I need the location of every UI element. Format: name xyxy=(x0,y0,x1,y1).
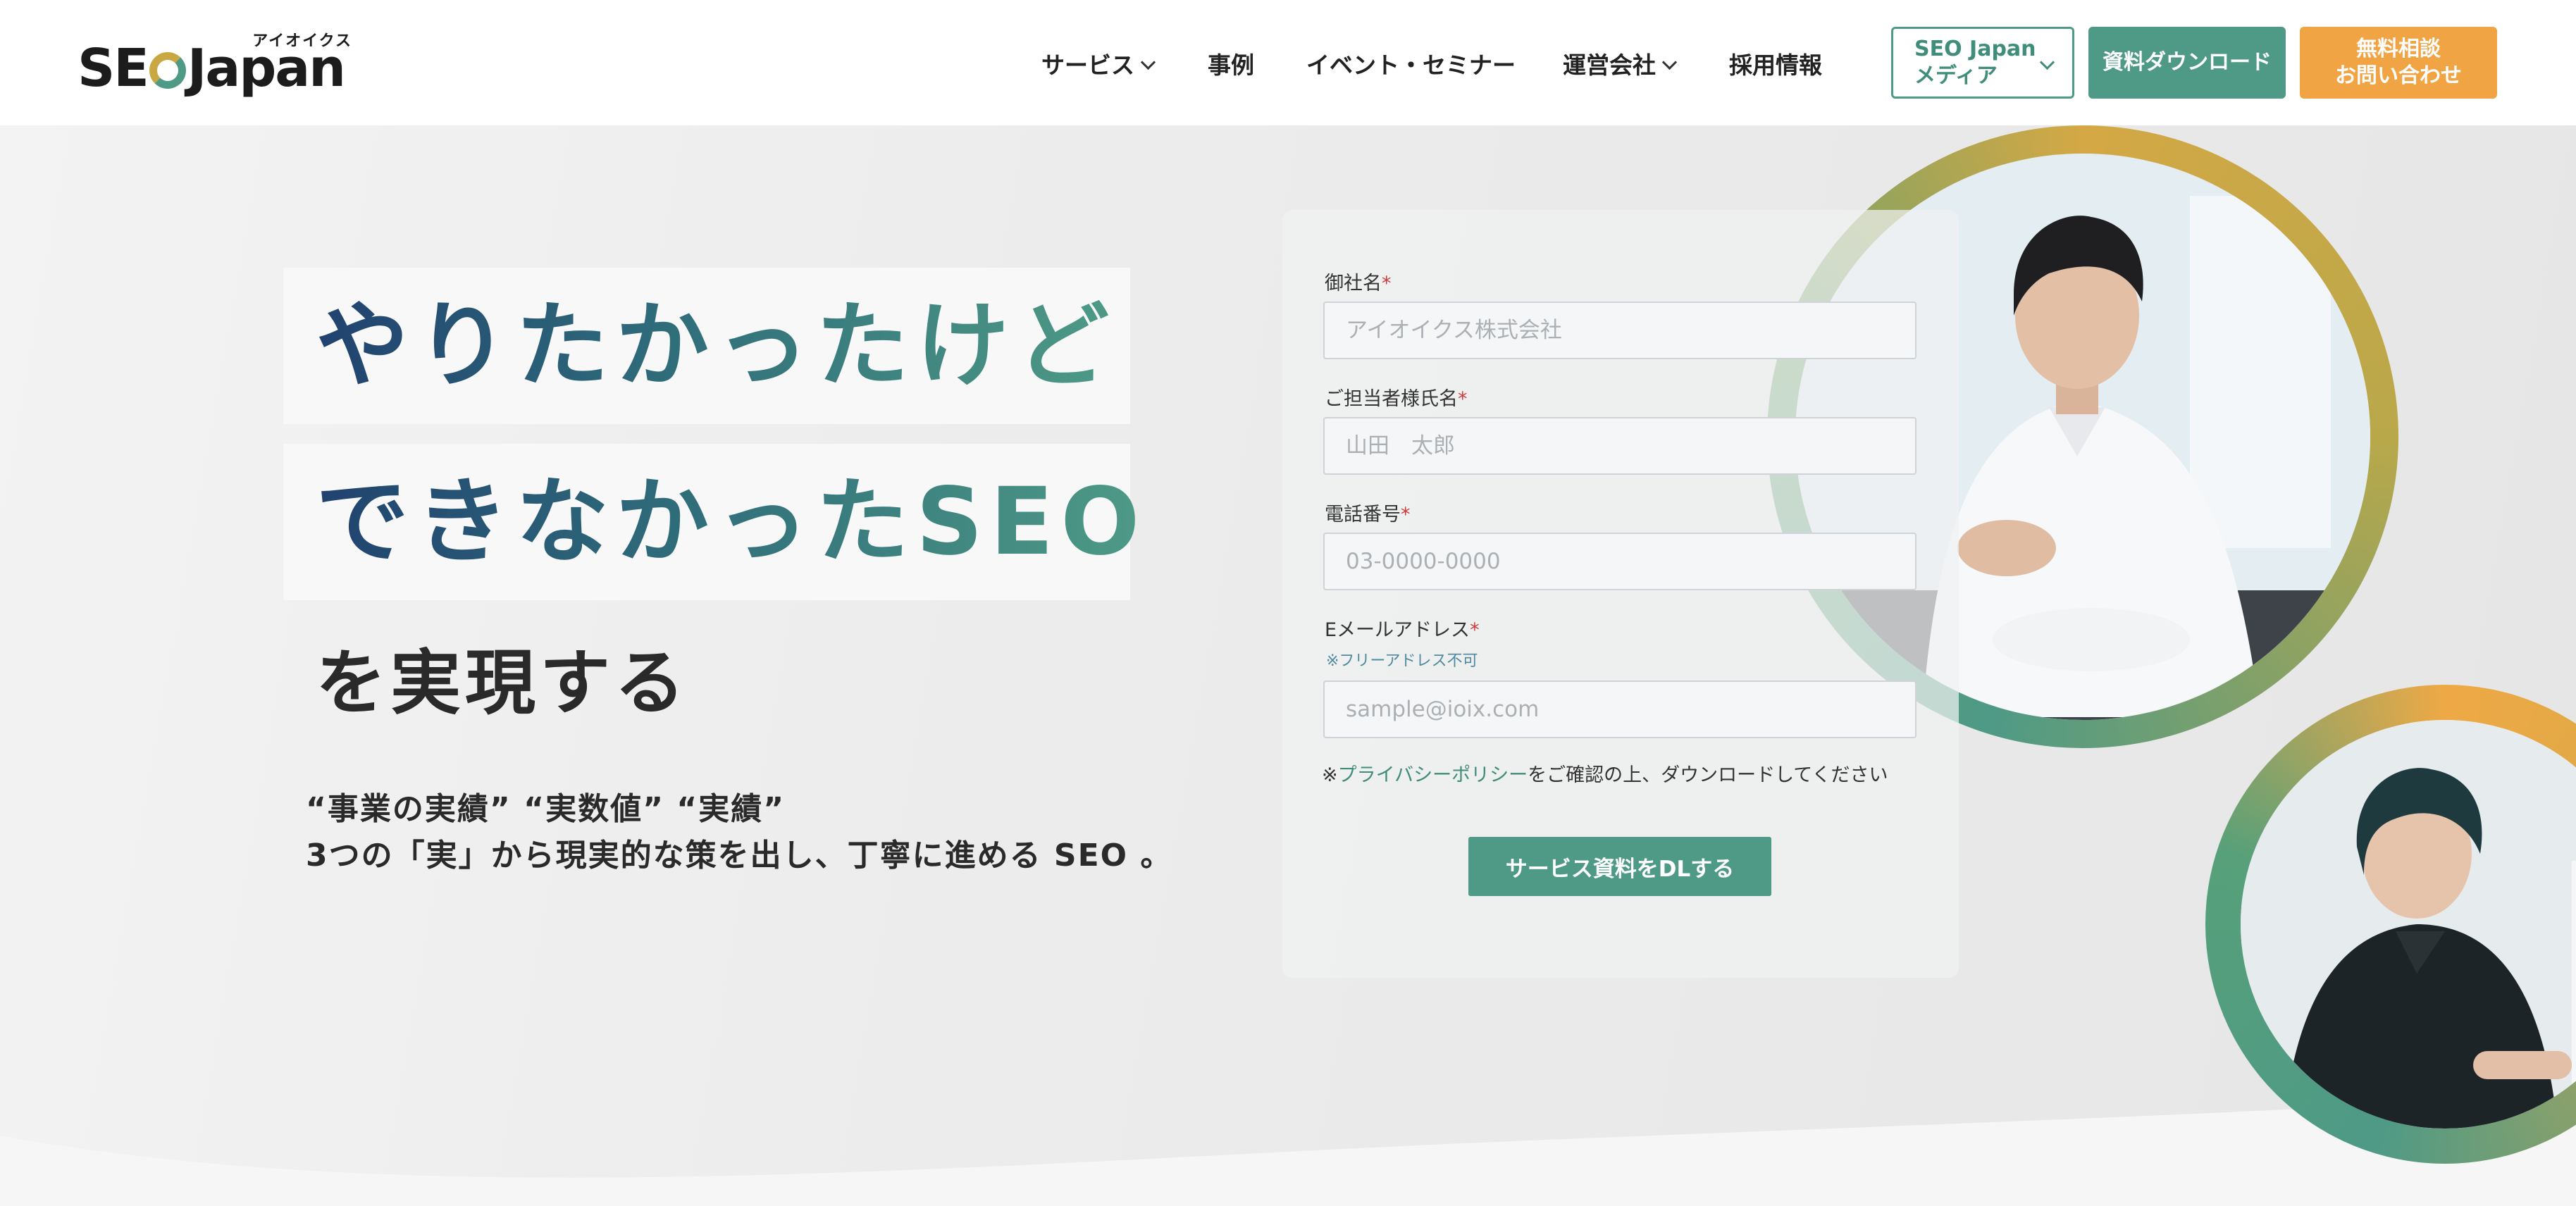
company-input[interactable] xyxy=(1323,302,1916,359)
free-consultation-button[interactable]: 無料相談 お問い合わせ xyxy=(2300,27,2497,99)
nav-services[interactable]: サービス xyxy=(1041,46,1156,80)
download-materials-button[interactable]: 資料ダウンロード xyxy=(2088,27,2286,99)
nav-cases[interactable]: 事例 xyxy=(1208,46,1254,80)
staff-photo xyxy=(2241,720,2576,1129)
nav-events[interactable]: イベント・セミナー xyxy=(1306,46,1516,80)
company-label: 御社名* xyxy=(1325,273,1392,294)
staff-photo-ring xyxy=(2205,685,2576,1164)
nav-company[interactable]: 運営会社 xyxy=(1563,46,1678,80)
chevron-down-icon xyxy=(2039,54,2055,70)
headline-line-3: を実現する xyxy=(316,642,689,724)
lead-line-2: 3つの「実」から現実的な策を出し、丁寧に進める SEO 。 xyxy=(306,838,1173,874)
headline-box-1: やりたかったけど xyxy=(283,268,1130,424)
phone-input[interactable] xyxy=(1323,533,1916,590)
background-wave xyxy=(0,1093,2576,1206)
lead-line-1: “事業の実績” “実数値” “実績” xyxy=(306,791,786,827)
chevron-down-icon xyxy=(1661,54,1678,70)
person-name-input[interactable] xyxy=(1323,417,1916,475)
site-header: SE Japan アイオイクス サービス 事例 イベント・セミナー 運営会社 採用… xyxy=(0,0,2576,125)
seo-japan-media-button[interactable]: SEO Japan メディア xyxy=(1891,27,2074,99)
download-submit-button[interactable]: サービス資料をDLする xyxy=(1468,837,1771,896)
headline-box-2: できなかったSEO xyxy=(283,444,1139,600)
nav-recruit[interactable]: 採用情報 xyxy=(1729,46,1822,80)
phone-label: 電話番号* xyxy=(1325,504,1411,526)
email-label: Eメールアドレス* xyxy=(1325,619,1480,641)
woman-figure xyxy=(2241,720,2576,1129)
headline-line-1: やりたかったけど xyxy=(283,268,1116,424)
person-name-label: ご担当者様氏名* xyxy=(1325,388,1468,410)
hero-section: やりたかったけど できなかったSEO を実現する “事業の実績” “実数値” “… xyxy=(0,125,2576,1206)
email-input[interactable] xyxy=(1323,680,1916,738)
email-note: ※フリーアドレス不可 xyxy=(1326,652,1478,670)
headline-line-2: できなかったSEO xyxy=(283,444,1146,600)
logo-ring-icon xyxy=(149,52,186,89)
privacy-policy-link[interactable]: プライバシーポリシー xyxy=(1338,764,1528,786)
chevron-down-icon xyxy=(1140,54,1156,70)
logo-subtitle: アイオイクス xyxy=(252,32,352,50)
seo-japan-logo[interactable]: SE Japan アイオイクス xyxy=(78,32,359,99)
privacy-notice: ※プライバシーポリシーをご確認の上、ダウンロードしてください xyxy=(1322,764,1888,786)
